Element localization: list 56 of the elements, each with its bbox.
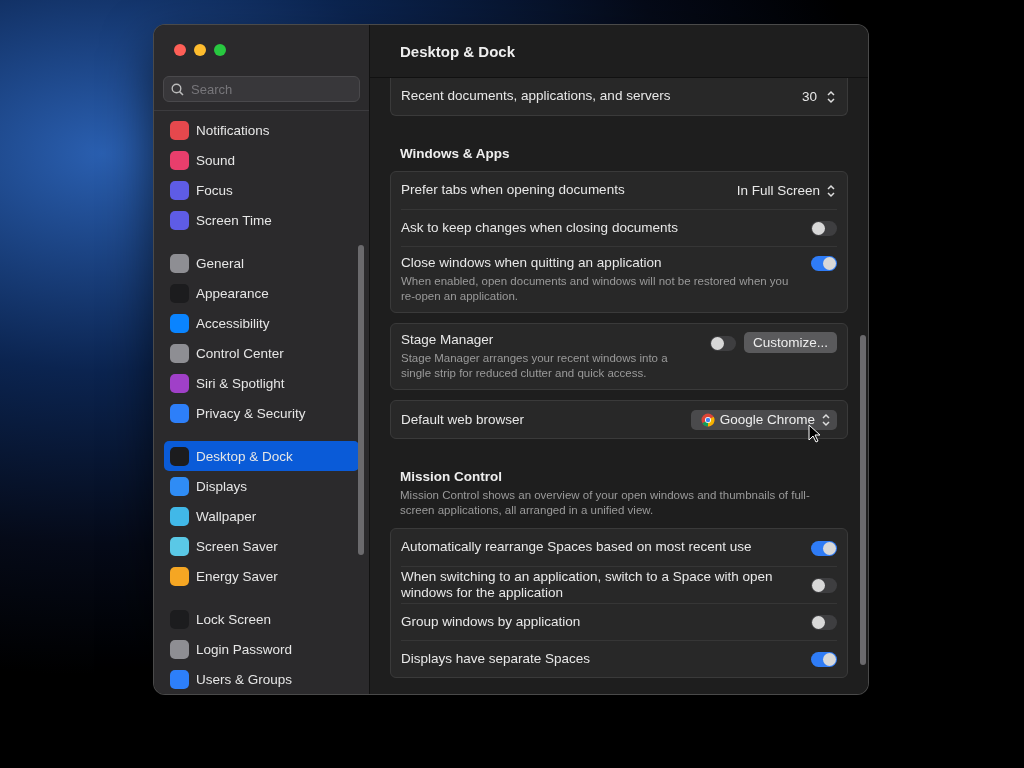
setting-label: Recent documents, applications, and servers [401, 88, 671, 105]
setting-label: Ask to keep changes when closing documents [401, 219, 678, 237]
sidebar-item[interactable]: Control Center [164, 338, 359, 368]
sidebar-item[interactable]: Accessibility [164, 308, 359, 338]
sidebar-item[interactable]: Screen Time [164, 205, 359, 235]
minimize-button[interactable] [194, 44, 206, 56]
setting-label: Displays have separate Spaces [401, 650, 591, 668]
sidebar-item[interactable]: Privacy & Security [164, 398, 359, 428]
section-heading: Mission Control [399, 468, 503, 485]
setting-label: Default web browser [401, 411, 525, 428]
scrollbar[interactable] [860, 335, 866, 665]
sidebar-item[interactable]: Wallpaper [164, 501, 359, 531]
setting-label: Close windows when quitting an application [401, 255, 663, 272]
sidebar-item[interactable]: Users & Groups [164, 664, 359, 694]
sidebar-item[interactable]: Desktop & Dock [164, 441, 359, 471]
toggle-switch[interactable] [811, 652, 837, 667]
setting-description: Stage Manager arranges your recent windows into a single strip for reduced clutter and quick access. [401, 351, 669, 382]
section-heading: Windows & Apps [399, 145, 511, 161]
zoom-button[interactable] [214, 44, 226, 56]
up-down-chevron-icon [820, 411, 832, 428]
scrollbar[interactable] [358, 245, 364, 555]
toggle-switch[interactable] [811, 578, 837, 593]
search-field[interactable]: Search [163, 76, 360, 103]
sidebar-item[interactable]: Lock Screen [164, 604, 359, 634]
sidebar-item[interactable]: Focus [164, 175, 359, 205]
sidebar-item[interactable]: Notifications [164, 115, 359, 145]
sidebar-item[interactable]: Login Password [164, 634, 359, 664]
browser-popup-menu[interactable]: Google Chrome [690, 409, 837, 430]
close-button[interactable] [174, 44, 186, 56]
sidebar-item[interactable]: Appearance [164, 278, 359, 308]
toggle-switch[interactable] [811, 221, 837, 236]
setting-label: When switching to an application, switch to a Space with open windows for the application [401, 568, 774, 602]
section-description: Mission Control shows an overview of your open windows and thumbnails of full-screen applications, all arranged in a unified view. [399, 488, 811, 518]
up-down-chevron-icon [825, 182, 837, 199]
setting-label: Automatically rearrange Spaces based on most recent use [401, 539, 752, 556]
mouse-pointer-icon [808, 424, 821, 443]
setting-label: Stage Manager [401, 332, 495, 349]
customize-button[interactable]: Customize... [743, 332, 837, 354]
sidebar-item[interactable]: Screen Saver [164, 531, 359, 561]
setting-description: When enabled, open documents and windows will not be restored when you re-open an application. [401, 274, 790, 305]
sidebar-item[interactable]: General [164, 248, 359, 278]
stepper-value: 30 [801, 89, 817, 104]
up-down-chevron-icon [825, 88, 837, 105]
window-title: Desktop & Dock [400, 42, 516, 60]
sidebar-item[interactable]: Energy Saver [164, 561, 359, 591]
sidebar-item[interactable]: Sound [164, 145, 359, 175]
sidebar-item[interactable]: Siri & Spotlight [164, 368, 359, 398]
toggle-switch[interactable] [811, 615, 837, 630]
sidebar-item[interactable]: Displays [164, 471, 359, 501]
setting-label: Prefer tabs when opening documents [401, 182, 625, 199]
toggle-switch[interactable] [709, 335, 736, 351]
setting-label: Group windows by application [401, 613, 581, 631]
browser-icon [700, 412, 715, 427]
toggle-switch[interactable] [811, 256, 837, 271]
toggle-switch[interactable] [811, 540, 837, 556]
popup-menu[interactable]: In Full Screen [736, 182, 837, 199]
